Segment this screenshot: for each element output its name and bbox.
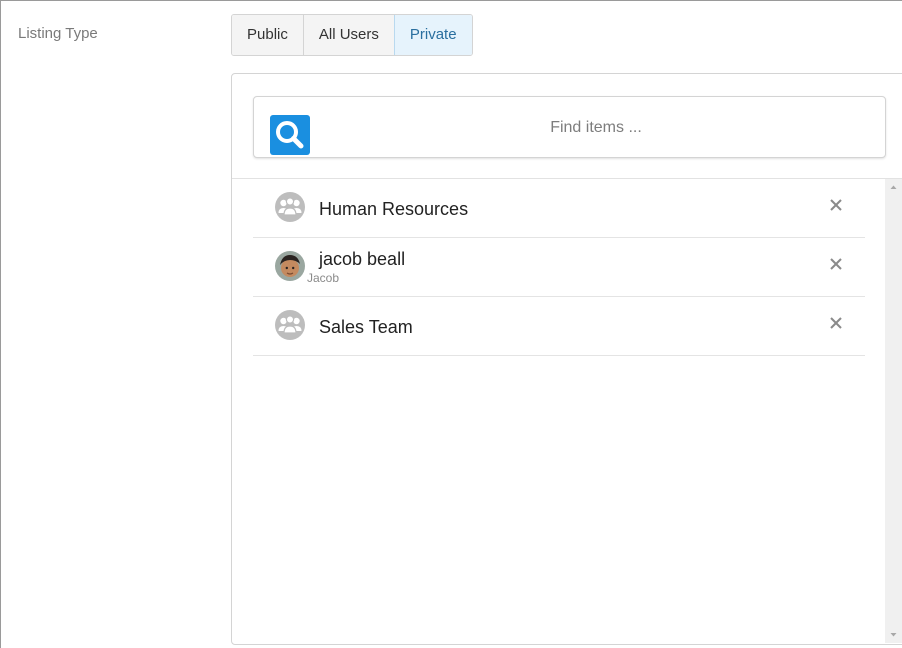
scrollbar[interactable] [885, 179, 902, 643]
list-item: jacob beall Jacob [253, 238, 865, 297]
search-input[interactable] [334, 97, 858, 159]
scroll-down-arrow-icon[interactable] [885, 626, 902, 643]
listing-type-label: Listing Type [18, 25, 98, 42]
user-avatar [274, 250, 306, 282]
item-name: Sales Team [319, 317, 413, 337]
list-item: Sales Team [253, 297, 865, 356]
remove-icon[interactable] [827, 196, 845, 214]
listing-type-public-button[interactable]: Public [232, 15, 303, 55]
remove-icon[interactable] [827, 314, 845, 332]
group-icon [274, 309, 306, 341]
item-name: jacob beall [319, 249, 406, 269]
item-name: Human Resources [319, 199, 469, 219]
item-subtitle: Jacob [307, 271, 340, 285]
selected-items-area: Human Resources jacob beall Jacob Sales … [232, 178, 902, 644]
listing-type-form: Listing Type Public All Users Private Fi… [0, 0, 902, 648]
selected-items-list: Human Resources jacob beall Jacob Sales … [253, 179, 865, 356]
remove-icon[interactable] [827, 255, 845, 273]
search-icon[interactable] [270, 115, 310, 155]
listing-type-private-button[interactable]: Private [393, 15, 472, 55]
group-icon [274, 191, 306, 223]
listing-type-segmented-control: Public All Users Private [231, 14, 473, 56]
scroll-up-arrow-icon[interactable] [885, 179, 902, 196]
search-box [253, 96, 886, 159]
access-list-panel: Human Resources [231, 73, 902, 645]
list-item: Human Resources [253, 179, 865, 238]
listing-type-all-users-button[interactable]: All Users [302, 15, 394, 55]
